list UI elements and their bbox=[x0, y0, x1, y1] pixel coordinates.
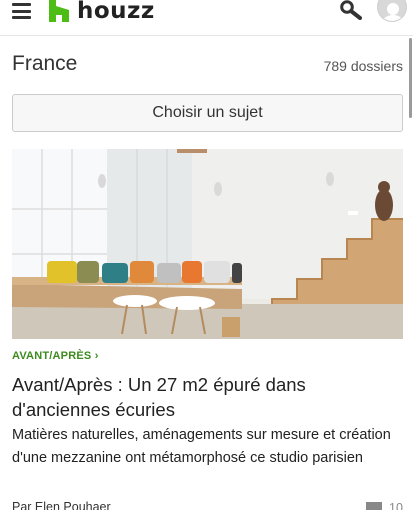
comment-icon bbox=[366, 502, 382, 510]
article-image[interactable] bbox=[12, 149, 403, 339]
scrollbar[interactable] bbox=[409, 38, 412, 118]
search-icon[interactable] bbox=[340, 0, 362, 20]
dossier-count: 789 dossiers bbox=[323, 58, 403, 74]
article-title[interactable]: Avant/Après : Un 27 m2 épuré dans d'anci… bbox=[12, 372, 402, 422]
category-label: AVANT/APRÈS bbox=[12, 350, 92, 362]
houzz-logo[interactable]: houzz bbox=[48, 0, 155, 24]
comment-count: 10 bbox=[389, 501, 403, 510]
choose-topic-button[interactable]: Choisir un sujet bbox=[12, 94, 403, 132]
article-author[interactable]: Par Elen Pouhaer bbox=[12, 500, 111, 510]
chevron-right-icon: › bbox=[94, 350, 99, 362]
hamburger-menu-icon[interactable] bbox=[12, 3, 31, 19]
article-category-link[interactable]: AVANT/APRÈS › bbox=[12, 350, 99, 362]
country-heading: France bbox=[12, 52, 78, 75]
comment-count-link[interactable]: 10 bbox=[366, 501, 403, 510]
houzz-logo-icon bbox=[49, 0, 69, 22]
top-navigation-bar: houzz bbox=[0, 0, 413, 36]
user-avatar-icon[interactable] bbox=[377, 0, 407, 22]
logo-text: houzz bbox=[77, 0, 155, 24]
article-summary: Matières naturelles, aménagements sur me… bbox=[12, 427, 391, 466]
